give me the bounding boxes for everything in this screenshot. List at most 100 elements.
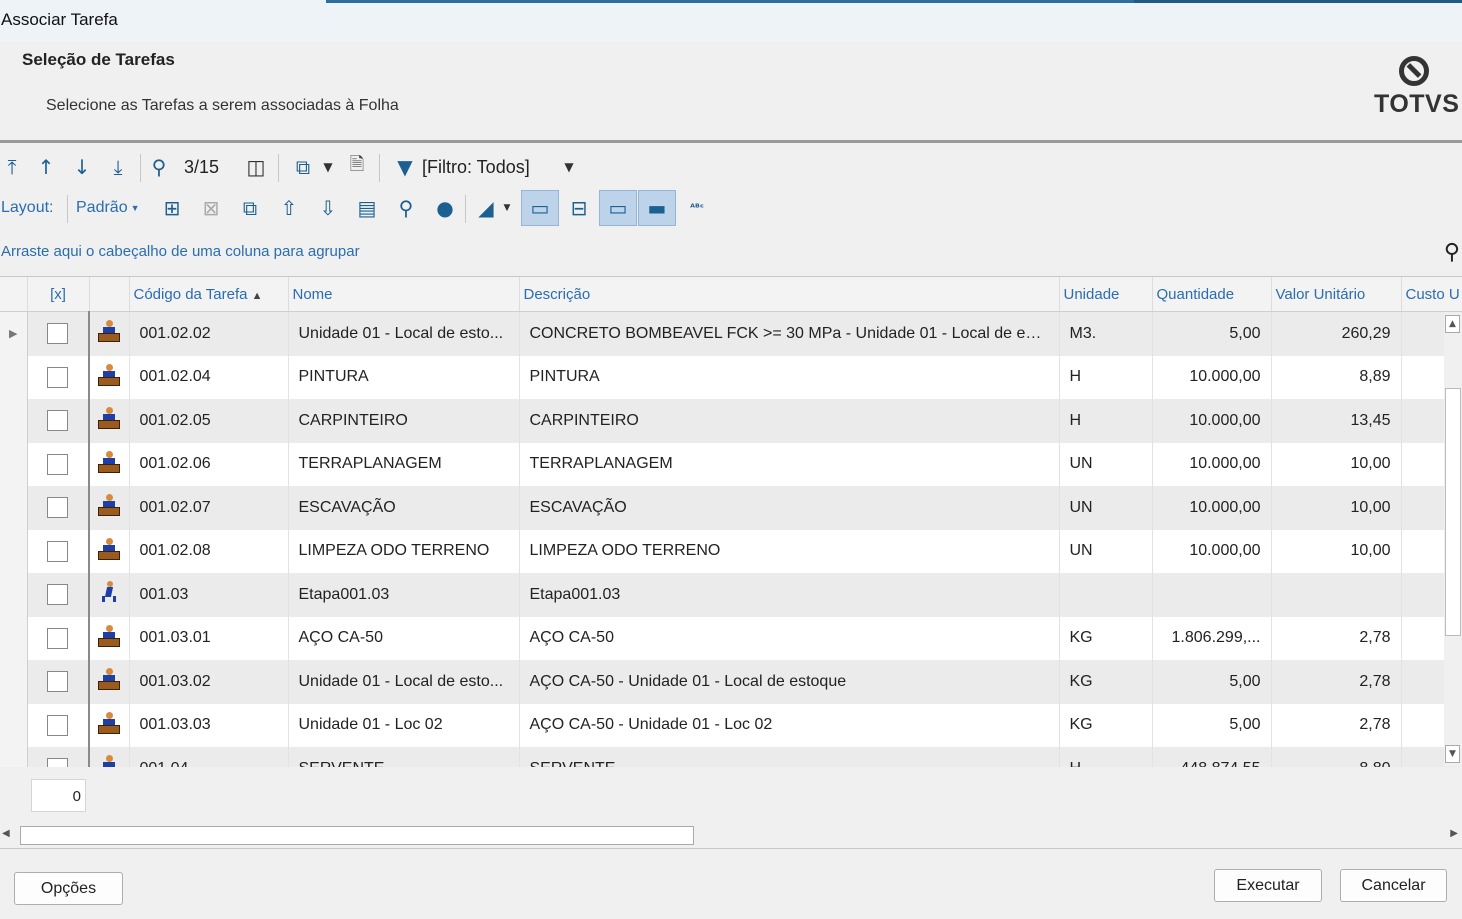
cell-valor-unitario[interactable]: 13,45	[1271, 399, 1402, 443]
cell-quantidade[interactable]	[1152, 573, 1272, 617]
cell-valor-unitario[interactable]: 8,80	[1271, 747, 1402, 767]
row-checkbox[interactable]	[47, 453, 69, 475]
table-row[interactable]: 001.03.01 AÇO CA-50 AÇO CA-50 KG 1.806.299,.…	[0, 616, 1462, 660]
cell-descricao[interactable]: LIMPEZA ODO TERRENO	[519, 529, 1060, 573]
row-checkbox[interactable]	[47, 758, 69, 767]
cell-valor-unitario[interactable]: 2,78	[1271, 703, 1402, 747]
horizontal-scroll-thumb[interactable]	[20, 826, 694, 845]
cell-unidade[interactable]: KG	[1059, 703, 1153, 747]
cell-quantidade[interactable]: 448.874,55	[1152, 747, 1272, 767]
pin-icon[interactable]: ⚲	[391, 189, 421, 227]
cell-nome[interactable]: Etapa001.03	[288, 573, 520, 617]
cell-valor-unitario[interactable]: 10,00	[1271, 486, 1402, 530]
scroll-left-icon[interactable]: ◀	[2, 828, 10, 839]
previous-record-icon[interactable]: ↑	[31, 148, 61, 186]
table-row[interactable]: 001.02.04 PINTURA PINTURA H 10.000,00 8,89	[0, 355, 1462, 399]
row-checkbox[interactable]	[47, 540, 69, 562]
cell-quantidade[interactable]: 10.000,00	[1152, 486, 1272, 530]
cell-unidade[interactable]: KG	[1059, 660, 1153, 704]
column-header-valor-unitario[interactable]: Valor Unitário	[1271, 277, 1402, 312]
cell-quantidade[interactable]: 10.000,00	[1152, 355, 1272, 399]
add-layout-icon[interactable]: ⊞	[157, 189, 187, 227]
grid-search-icon[interactable]: ⚲	[1444, 240, 1460, 265]
cell-valor-unitario[interactable]: 260,29	[1271, 311, 1402, 356]
next-record-icon[interactable]: ↓	[67, 148, 97, 186]
cell-valor-unitario[interactable]: 8,89	[1271, 355, 1402, 399]
cell-valor-unitario[interactable]: 10,00	[1271, 442, 1402, 486]
group-by-panel[interactable]: Arraste aqui o cabeçalho de uma coluna p…	[0, 230, 1462, 275]
row-checkbox-cell[interactable]	[27, 703, 90, 747]
cell-codigo[interactable]: 001.02.04	[129, 355, 289, 399]
cell-nome[interactable]: PINTURA	[288, 355, 520, 399]
layout-select[interactable]: Padrão ▼	[76, 189, 140, 227]
row-checkbox-cell[interactable]	[27, 486, 90, 530]
color-fill-icon[interactable]: ●	[430, 189, 460, 227]
scroll-down-icon[interactable]: ▼	[1445, 745, 1460, 763]
delete-layout-icon[interactable]: ⊠	[196, 189, 226, 227]
cell-codigo[interactable]: 001.02.08	[129, 529, 289, 573]
cell-descricao[interactable]: AÇO CA-50 - Unidade 01 - Loc 02	[519, 703, 1060, 747]
cell-unidade[interactable]	[1059, 573, 1153, 617]
table-row[interactable]: 001.04SERVENTESERVENTEH448.874,558,80	[0, 747, 1462, 767]
last-record-icon[interactable]: ⤓	[103, 148, 133, 186]
table-row[interactable]: 001.02.07 ESCAVAÇÃO ESCAVAÇÃO UN 10.000,00 10…	[0, 486, 1462, 530]
filter-icon[interactable]: ▼	[394, 148, 416, 186]
row-checkbox[interactable]	[47, 323, 69, 345]
cell-quantidade[interactable]: 10.000,00	[1152, 399, 1272, 443]
cell-nome[interactable]: SERVENTE	[288, 747, 520, 767]
cell-quantidade[interactable]: 10.000,00	[1152, 442, 1272, 486]
cell-unidade[interactable]: H	[1059, 747, 1153, 767]
rename-layout-icon[interactable]: ⧉	[235, 189, 265, 227]
export-dropdown-icon[interactable]: ▼	[320, 148, 336, 186]
search-icon[interactable]: ⚲	[144, 148, 174, 186]
row-indicator[interactable]	[0, 747, 28, 767]
footer-panel-icon[interactable]: ▭	[521, 190, 559, 226]
cell-quantidade[interactable]: 5,00	[1152, 311, 1272, 356]
vertical-scrollbar[interactable]: ▲ ▼	[1444, 312, 1462, 766]
cell-nome[interactable]: ESCAVAÇÃO	[288, 486, 520, 530]
row-checkbox[interactable]	[47, 584, 69, 606]
report-icon[interactable]: 🗎	[342, 148, 372, 186]
cell-codigo[interactable]: 001.02.02	[129, 311, 289, 356]
row-checkbox-cell[interactable]	[27, 355, 90, 399]
cell-codigo[interactable]: 001.03.01	[129, 616, 289, 660]
cell-codigo[interactable]: 001.02.06	[129, 442, 289, 486]
spellcheck-icon[interactable]: ᴬᴮᶜ	[682, 189, 712, 227]
table-row[interactable]: 001.03 Etapa001.03 Etapa001.03	[0, 573, 1462, 617]
row-checkbox[interactable]	[47, 497, 69, 519]
cell-unidade[interactable]: M3.	[1059, 311, 1153, 356]
cell-descricao[interactable]: Etapa001.03	[519, 573, 1060, 617]
row-checkbox-cell[interactable]	[27, 399, 90, 443]
row-indicator[interactable]	[0, 442, 28, 486]
cell-codigo[interactable]: 001.02.05	[129, 399, 289, 443]
row-checkbox[interactable]	[47, 366, 69, 388]
row-checkbox-cell[interactable]	[27, 747, 90, 767]
cell-descricao[interactable]: AÇO CA-50 - Unidade 01 - Local de estoqu…	[519, 660, 1060, 704]
options-button[interactable]: Opções	[14, 872, 123, 905]
export-layout-icon[interactable]: ⇩	[313, 189, 343, 227]
table-row[interactable]: 001.02.05 CARPINTEIRO CARPINTEIRO H 10.000,0…	[0, 399, 1462, 443]
row-indicator[interactable]	[0, 660, 28, 704]
row-checkbox-cell[interactable]	[27, 660, 90, 704]
chart-dropdown-icon[interactable]: ▼	[500, 189, 514, 227]
import-layout-icon[interactable]: ⇧	[274, 189, 304, 227]
vertical-scroll-thumb[interactable]	[1445, 388, 1461, 636]
table-row[interactable]: 001.03.02 Unidade 01 - Local de esto... AÇ…	[0, 660, 1462, 704]
row-indicator[interactable]: ▶	[0, 311, 28, 356]
cell-descricao[interactable]: PINTURA	[519, 355, 1060, 399]
cell-valor-unitario[interactable]: 2,78	[1271, 616, 1402, 660]
row-checkbox-cell[interactable]	[27, 529, 90, 573]
cell-descricao[interactable]: TERRAPLANAGEM	[519, 442, 1060, 486]
row-checkbox-cell[interactable]	[27, 442, 90, 486]
chart-icon[interactable]: ◢	[475, 189, 497, 227]
row-indicator[interactable]	[0, 355, 28, 399]
cell-unidade[interactable]: UN	[1059, 442, 1153, 486]
first-record-icon[interactable]: ⤒	[0, 148, 27, 186]
cell-nome[interactable]: AÇO CA-50	[288, 616, 520, 660]
scroll-up-icon[interactable]: ▲	[1445, 315, 1460, 333]
cell-descricao[interactable]: AÇO CA-50	[519, 616, 1060, 660]
row-checkbox-cell[interactable]	[27, 573, 90, 617]
cell-codigo[interactable]: 001.04	[129, 747, 289, 767]
row-checkbox[interactable]	[47, 714, 69, 736]
cell-nome[interactable]: LIMPEZA ODO TERRENO	[288, 529, 520, 573]
